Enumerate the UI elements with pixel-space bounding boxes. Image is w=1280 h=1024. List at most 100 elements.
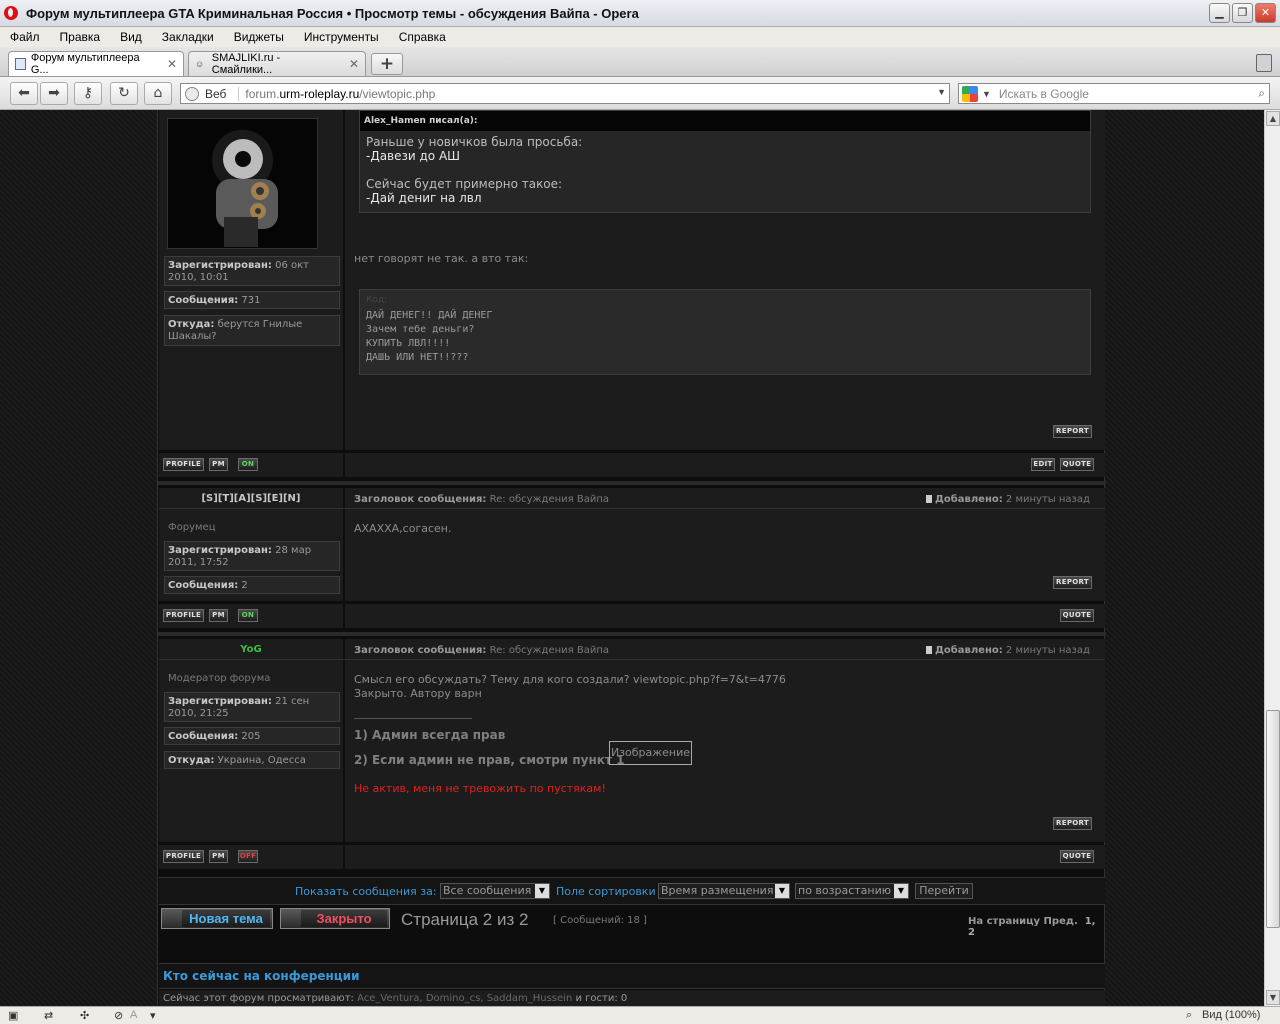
- profile-button[interactable]: PROFILE: [163, 850, 204, 863]
- closed-topic-button[interactable]: Закрыто: [280, 908, 390, 929]
- tab-close-icon[interactable]: ✕: [167, 57, 177, 71]
- tab-label: SMAJLIKI.ru - Смайлики...: [211, 52, 281, 76]
- post3-username[interactable]: YoG: [159, 644, 343, 655]
- post-divider: [158, 481, 1106, 485]
- sync-icon[interactable]: ⇄: [44, 1009, 53, 1022]
- scroll-up-icon[interactable]: ▲: [1266, 111, 1280, 126]
- post2-username[interactable]: [S][T][A][S][E][N]: [159, 493, 343, 504]
- post-icon[interactable]: [926, 495, 932, 503]
- post3-added: Добавлено: 2 минуты назад: [926, 645, 1090, 656]
- reload-button[interactable]: ↻: [110, 82, 138, 105]
- chevron-down-icon: ▼: [535, 884, 549, 898]
- chevron-down-icon[interactable]: ▾: [150, 1009, 156, 1022]
- profile-button[interactable]: PROFILE: [163, 609, 204, 622]
- quote-button[interactable]: QUOTE: [1060, 609, 1094, 622]
- post1-action-buttons-cell: [345, 453, 1105, 477]
- menu-view[interactable]: Вид: [110, 30, 152, 44]
- search-input[interactable]: Искать в Google: [999, 87, 1089, 101]
- signature-divider: [354, 718, 472, 719]
- wand-key-icon[interactable]: ⚷: [74, 82, 102, 105]
- quote-button[interactable]: QUOTE: [1060, 458, 1094, 471]
- opera-logo-icon: [4, 6, 18, 20]
- online-users-list[interactable]: Ace_Ventura, Domino_cs, Saddam_Hussein: [357, 993, 572, 1004]
- online-users-text: Сейчас этот форум просматривают: Ace_Ven…: [163, 993, 628, 1004]
- quote-button[interactable]: QUOTE: [1060, 850, 1094, 863]
- report-button[interactable]: REPORT: [1053, 425, 1092, 438]
- online-status-badge: ON: [238, 458, 258, 471]
- posts-count: [ Сообщений: 18 ]: [553, 915, 647, 926]
- menu-help[interactable]: Справка: [389, 30, 456, 44]
- turbo-icon[interactable]: ⊘: [114, 1009, 123, 1022]
- post3-text-line2: Закрыто. Автору варн: [354, 687, 482, 700]
- new-tab-button[interactable]: +: [371, 53, 403, 75]
- tab-close-icon[interactable]: ✕: [349, 57, 359, 71]
- menu-widgets[interactable]: Виджеты: [224, 30, 294, 44]
- panel-toggle-icon[interactable]: ▣: [8, 1009, 18, 1022]
- online-block-title[interactable]: Кто сейчас на конференции: [163, 969, 360, 983]
- search-box[interactable]: ▼ Искать в Google ⌕: [958, 83, 1270, 104]
- menu-tools[interactable]: Инструменты: [294, 30, 389, 44]
- font-icon[interactable]: A: [130, 1009, 137, 1021]
- pm-button[interactable]: PM: [209, 850, 228, 863]
- profile-button[interactable]: PROFILE: [163, 458, 204, 471]
- back-button[interactable]: ⬅: [10, 82, 38, 105]
- navigation-bar: ⬅ ➡ ⚷ ↻ ⌂ Веб forum.urm-roleplay.ru/view…: [0, 77, 1280, 110]
- goto-page-label[interactable]: На страницу Пред.: [968, 916, 1078, 927]
- post2-registered: Зарегистрирован: 28 мар 2011, 17:52: [164, 541, 340, 571]
- signature-red-text: Не актив, меня не тревожить по пустякам!: [354, 782, 606, 795]
- signature-image-placeholder[interactable]: Изображение: [609, 741, 692, 765]
- address-bar[interactable]: Веб forum.urm-roleplay.ru/viewtopic.php …: [180, 83, 950, 104]
- pm-button[interactable]: PM: [209, 609, 228, 622]
- menu-edit[interactable]: Правка: [50, 30, 111, 44]
- post3-subject: Заголовок сообщения: Re: обсуждения Вайп…: [354, 645, 609, 656]
- zoom-icon[interactable]: ⌕: [1186, 1009, 1192, 1022]
- address-web-label: Веб: [205, 86, 240, 101]
- revolver-image: [216, 139, 278, 247]
- edit-button[interactable]: EDIT: [1031, 458, 1055, 471]
- sort-field-select[interactable]: Время размещения ▼: [658, 883, 790, 899]
- show-posts-label: Показать сообщения за:: [295, 885, 437, 898]
- post1-quote: Alex_Hamen писал(а): Раньше у новичков б…: [359, 110, 1091, 213]
- address-dropdown-icon[interactable]: ▼: [937, 87, 946, 97]
- post1-code: Код: ДАЙ ДЕНЕГ!! ДАЙ ДЕНЕГ Зачем тебе де…: [359, 289, 1091, 375]
- pm-button[interactable]: PM: [209, 458, 228, 471]
- address-url[interactable]: forum.urm-roleplay.ru/viewtopic.php: [245, 87, 435, 101]
- post2-messages: Сообщения: 2: [164, 576, 340, 594]
- home-button[interactable]: ⌂: [144, 82, 172, 105]
- vertical-scrollbar[interactable]: ▲ ▼: [1264, 110, 1280, 1006]
- code-label: Код:: [366, 295, 388, 305]
- zoom-level[interactable]: Вид (100%): [1202, 1009, 1260, 1021]
- offline-status-badge: OFF: [238, 850, 258, 863]
- show-posts-select[interactable]: Все сообщения ▼: [440, 883, 550, 899]
- minimize-button[interactable]: ▁: [1209, 3, 1230, 23]
- menu-file[interactable]: Файл: [0, 30, 50, 44]
- page-indicator: Страница 2 из 2: [401, 910, 529, 929]
- post-icon[interactable]: [926, 646, 932, 654]
- tab-forum[interactable]: Форум мультиплеера G... ✕: [8, 51, 184, 76]
- post3-rank: Модератор форума: [168, 673, 271, 684]
- report-button[interactable]: REPORT: [1053, 576, 1092, 589]
- tab-smajliki[interactable]: ☺ SMAJLIKI.ru - Смайлики... ✕: [188, 51, 366, 76]
- globe-icon: [185, 86, 199, 101]
- search-engine-dropdown-icon[interactable]: ▼: [982, 89, 991, 99]
- unite-icon[interactable]: ✣: [80, 1009, 89, 1022]
- go-button[interactable]: Перейти: [915, 883, 973, 899]
- maximize-button[interactable]: ❐: [1232, 3, 1253, 23]
- trash-icon[interactable]: [1256, 54, 1272, 72]
- post2-rank: Форумец: [168, 522, 216, 533]
- post1-text: нет говорят не так. а вто так:: [354, 252, 529, 265]
- scroll-down-icon[interactable]: ▼: [1266, 990, 1280, 1005]
- report-button[interactable]: REPORT: [1053, 817, 1092, 830]
- scroll-thumb[interactable]: [1266, 710, 1280, 928]
- post1-from: Откуда: берутся Гнилые Шакалы?: [164, 315, 340, 346]
- menu-bookmarks[interactable]: Закладки: [152, 30, 224, 44]
- menu-bar: Файл Правка Вид Закладки Виджеты Инструм…: [0, 27, 1280, 47]
- close-button[interactable]: ✕: [1255, 3, 1276, 23]
- forward-button[interactable]: ➡: [40, 82, 68, 105]
- status-bar: ▣ ⇄ ✣ ⊘ A ▾ ⌕ Вид (100%): [0, 1006, 1280, 1024]
- sort-order-select[interactable]: по возрастанию ▼: [795, 883, 909, 899]
- search-icon[interactable]: ⌕: [1258, 86, 1265, 101]
- new-topic-button[interactable]: Новая тема: [161, 908, 273, 929]
- post3-registered: Зарегистрирован: 21 сен 2010, 21:25: [164, 692, 340, 722]
- post1-registered: Зарегистрирован: 06 окт 2010, 10:01: [164, 256, 340, 286]
